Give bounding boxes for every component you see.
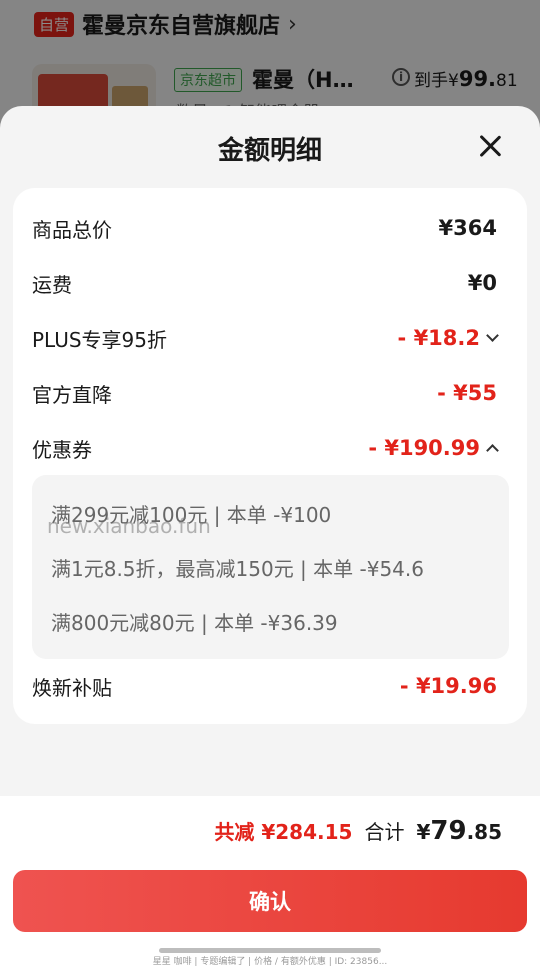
row-label: PLUS专享95折 — [32, 327, 167, 352]
confirm-button[interactable]: 确认 — [13, 870, 527, 932]
amount-detail-sheet: 金额明细 商品总价 ¥364 运费 ¥0 PLUS专享95折 - ¥18.2 官… — [0, 106, 540, 973]
chevron-up-icon[interactable] — [486, 443, 499, 457]
coupon-item: 满1元8.5折，最高减150元 | 本单 -¥54.6 — [51, 557, 424, 581]
row-value: ¥0 — [467, 271, 497, 295]
amount-card: 商品总价 ¥364 运费 ¥0 PLUS专享95折 - ¥18.2 官方直降 -… — [13, 188, 527, 724]
coupon-details: 满299元减100元 | 本单 -¥100 满1元8.5折，最高减150元 | … — [32, 475, 509, 659]
chevron-down-icon[interactable] — [486, 328, 499, 342]
row-label: 运费 — [32, 272, 72, 297]
row-value: ¥364 — [438, 216, 497, 240]
row-coupons[interactable]: 优惠券 - ¥190.99 — [32, 428, 499, 468]
sheet-title: 金额明细 — [217, 136, 322, 166]
total-amount: ¥79.85 — [416, 816, 502, 846]
row-plus-discount[interactable]: PLUS专享95折 - ¥18.2 — [32, 318, 499, 358]
row-shipping: 运费 ¥0 — [32, 263, 497, 303]
row-value: - ¥55 — [437, 381, 497, 405]
coupon-item: 满800元减80元 | 本单 -¥36.39 — [51, 611, 338, 635]
row-value: - ¥18.2 — [398, 326, 499, 350]
close-icon[interactable] — [472, 128, 508, 164]
footer-bar: 共减 ¥284.15 合计 ¥79.85 确认 星星 咖啡 | 专题编辑了 | … — [0, 796, 540, 973]
row-official-discount: 官方直降 - ¥55 — [32, 373, 497, 413]
row-label: 商品总价 — [32, 217, 112, 242]
home-indicator[interactable] — [159, 948, 381, 953]
row-total-price: 商品总价 ¥364 — [32, 208, 497, 248]
row-label: 焕新补贴 — [32, 675, 112, 700]
row-label: 优惠券 — [32, 437, 92, 462]
price-summary: 共减 ¥284.15 合计 ¥79.85 — [214, 816, 502, 846]
total-saved: 共减 ¥284.15 — [214, 820, 353, 844]
row-value: - ¥19.96 — [399, 674, 497, 698]
row-value: - ¥190.99 — [368, 436, 499, 460]
watermark: new.xianbao.fun — [47, 514, 211, 538]
footnote: 星星 咖啡 | 专题编辑了 | 价格 / 有额外优惠 | ID: 23856..… — [152, 957, 388, 967]
row-label: 官方直降 — [32, 382, 112, 407]
total-label: 合计 — [364, 820, 405, 844]
row-renewal-subsidy: 焕新补贴 - ¥19.96 — [32, 666, 497, 706]
